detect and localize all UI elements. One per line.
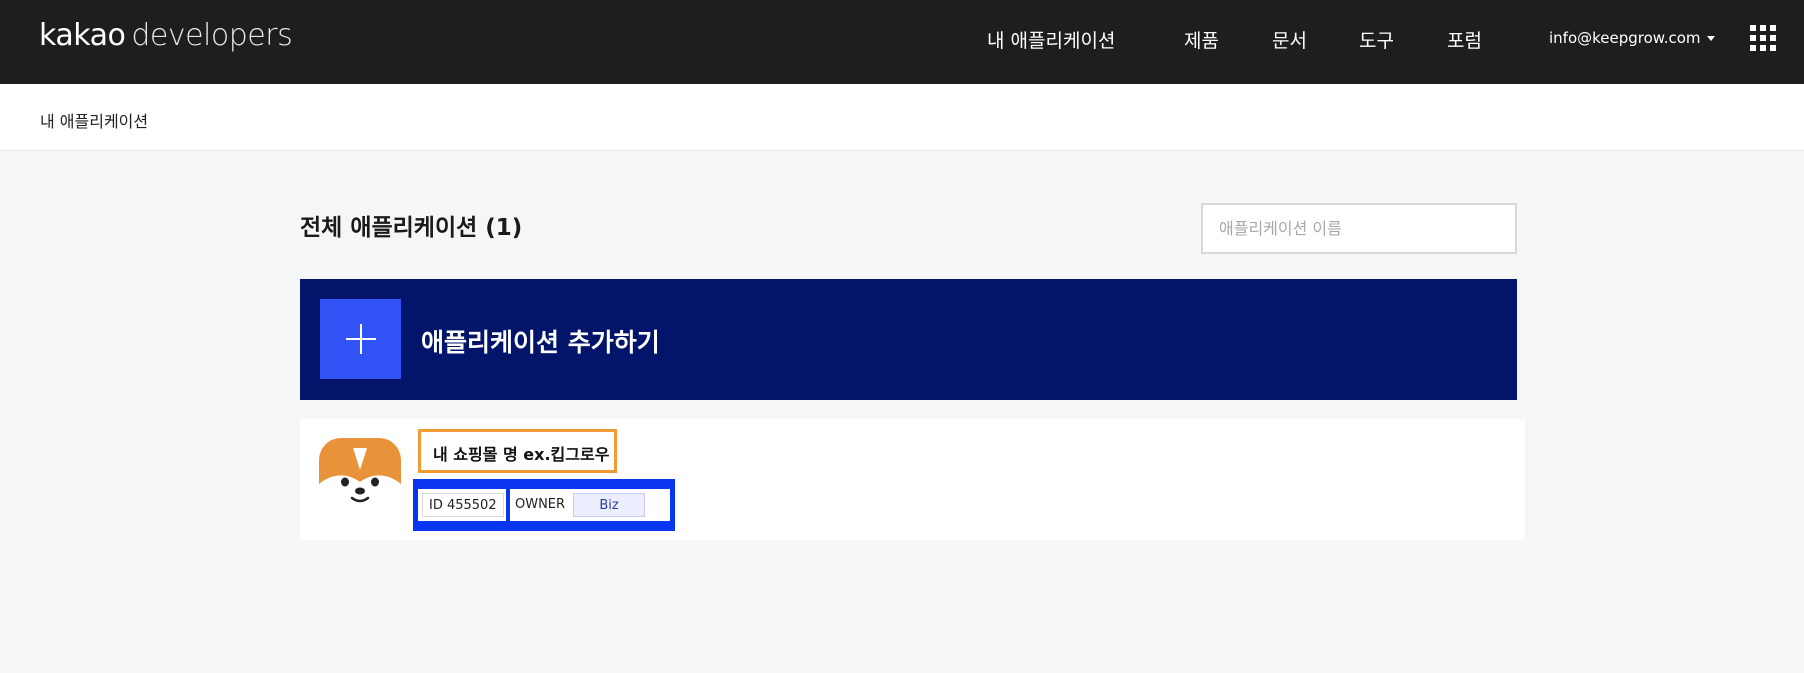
app-role-group: OWNER Biz bbox=[510, 489, 670, 521]
app-name-highlight: 내 쇼핑몰 명 ex.킵그로우 bbox=[418, 429, 617, 473]
app-card[interactable]: 내 쇼핑몰 명 ex.킵그로우 ID 455502 OWNER Biz bbox=[300, 419, 1525, 540]
nav-forum[interactable]: 포럼 bbox=[1447, 26, 1482, 53]
add-application-label: 애플리케이션 추가하기 bbox=[421, 328, 660, 357]
sub-header: 내 애플리케이션 bbox=[0, 84, 1804, 151]
nav-tools[interactable]: 도구 bbox=[1359, 26, 1394, 53]
caret-down-icon bbox=[1706, 36, 1715, 41]
app-id-badge: ID 455502 bbox=[422, 493, 504, 517]
app-name: 내 쇼핑몰 명 ex.킵그로우 bbox=[433, 445, 610, 464]
app-search-input[interactable] bbox=[1201, 203, 1517, 254]
add-application-button[interactable]: 애플리케이션 추가하기 bbox=[300, 279, 1517, 400]
nav-products[interactable]: 제품 bbox=[1184, 26, 1219, 53]
logo-brand: kakao bbox=[39, 18, 126, 53]
nav-docs[interactable]: 문서 bbox=[1272, 26, 1307, 53]
app-type-badge: Biz bbox=[573, 493, 646, 517]
kakao-developers-logo[interactable]: kakao developers bbox=[39, 18, 293, 53]
app-avatar-dog-icon bbox=[319, 438, 401, 520]
account-email: info@keepgrow.com bbox=[1549, 29, 1701, 47]
app-id-group: ID 455502 bbox=[418, 489, 506, 521]
nav-my-applications[interactable]: 내 애플리케이션 bbox=[987, 26, 1115, 53]
page-title: 전체 애플리케이션 (1) bbox=[300, 215, 523, 241]
top-header: kakao developers 내 애플리케이션 제품 문서 도구 포럼 inf… bbox=[0, 0, 1804, 84]
account-menu[interactable]: info@keepgrow.com bbox=[1549, 29, 1715, 47]
breadcrumb-title: 내 애플리케이션 bbox=[40, 112, 149, 131]
grid-icon[interactable] bbox=[1750, 25, 1776, 51]
app-role-badge: OWNER bbox=[515, 497, 566, 512]
plus-icon bbox=[320, 299, 401, 379]
app-badges-highlight: ID 455502 OWNER Biz bbox=[413, 479, 675, 531]
logo-suffix: developers bbox=[131, 18, 293, 53]
